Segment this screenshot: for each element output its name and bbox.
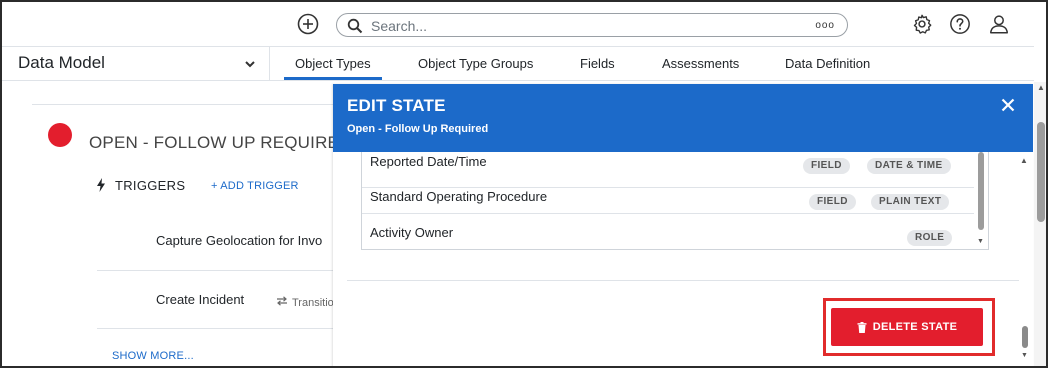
scrollbar-thumb[interactable] [978, 152, 984, 230]
close-icon[interactable] [1001, 98, 1015, 112]
tab-object-types[interactable]: Object Types [284, 56, 382, 80]
gear-icon[interactable] [911, 13, 933, 35]
modal-title: EDIT STATE [347, 96, 446, 115]
tab-fields[interactable]: Fields [580, 56, 615, 71]
list-item[interactable]: Standard Operating Procedure FIELD PLAIN… [362, 178, 976, 214]
chevron-down-icon [245, 61, 255, 68]
tab-object-type-groups[interactable]: Object Type Groups [418, 56, 533, 71]
type-badge: PLAIN TEXT [871, 194, 950, 210]
help-icon[interactable] [949, 13, 971, 35]
divider [32, 104, 352, 105]
data-model-dropdown[interactable]: Data Model [2, 47, 270, 80]
field-name: Reported Date/Time [370, 154, 487, 169]
scroll-up-arrow-icon[interactable]: ▲ [1020, 156, 1028, 165]
trash-icon [857, 321, 867, 333]
scrollbar-thumb[interactable] [1037, 122, 1045, 222]
data-model-label: Data Model [18, 53, 105, 72]
scrollbar-thumb[interactable] [1022, 326, 1028, 348]
more-icon[interactable]: ooo [815, 20, 835, 31]
nav-bar: Data Model Object Types Object Type Grou… [2, 46, 1034, 81]
search-icon [347, 18, 363, 34]
type-badge: FIELD [803, 158, 850, 174]
tab-data-definition[interactable]: Data Definition [785, 56, 870, 71]
top-bar: ooo [2, 2, 1046, 46]
search-bar[interactable]: ooo [336, 13, 848, 37]
scroll-down-arrow-icon[interactable]: ▼ [1021, 352, 1028, 359]
trigger-item[interactable]: Capture Geolocation for Invo [156, 233, 322, 248]
bolt-icon [97, 178, 105, 192]
show-more-link[interactable]: SHOW MORE... [112, 350, 194, 362]
field-list-scrollbar[interactable]: ▼ [974, 152, 988, 249]
field-name: Standard Operating Procedure [370, 189, 548, 204]
page-scrollbar[interactable]: ▲ [1034, 82, 1046, 366]
trigger-item[interactable]: Create Incident [156, 292, 244, 307]
add-circle-icon[interactable] [297, 13, 319, 35]
field-list: Reported Date/Time FIELD DATE & TIME Sta… [361, 152, 989, 250]
list-item[interactable]: Activity Owner ROLE [362, 214, 976, 249]
type-badge: FIELD [809, 194, 856, 210]
type-badge: ROLE [907, 230, 953, 246]
state-color-indicator [48, 123, 72, 147]
scroll-up-arrow-icon[interactable]: ▲ [1037, 83, 1045, 92]
divider [347, 280, 1019, 281]
search-input[interactable] [371, 17, 791, 35]
modal-scrollbar[interactable]: ▼ [1020, 326, 1030, 366]
delete-state-button[interactable]: DELETE STATE [831, 308, 983, 346]
modal-subtitle: Open - Follow Up Required [347, 123, 489, 135]
divider [97, 270, 357, 271]
triggers-heading: TRIGGERS [115, 178, 186, 193]
app-window: ooo Data Model Object Types Object Type … [0, 0, 1048, 368]
transition-icon [277, 296, 287, 306]
user-icon[interactable] [988, 13, 1010, 35]
divider [97, 328, 357, 329]
scroll-down-arrow-icon[interactable]: ▼ [977, 238, 984, 245]
add-trigger-button[interactable]: + ADD TRIGGER [211, 180, 299, 192]
transition-label: Transitio [292, 297, 334, 309]
type-badge: DATE & TIME [867, 158, 951, 174]
tab-assessments[interactable]: Assessments [662, 56, 739, 71]
edit-state-modal: EDIT STATE Open - Follow Up Required Rep… [333, 84, 1033, 366]
modal-header: EDIT STATE Open - Follow Up Required [333, 84, 1033, 152]
field-name: Activity Owner [370, 225, 454, 240]
delete-state-label: DELETE STATE [872, 321, 958, 333]
state-title: OPEN - FOLLOW UP REQUIRE [89, 133, 340, 152]
